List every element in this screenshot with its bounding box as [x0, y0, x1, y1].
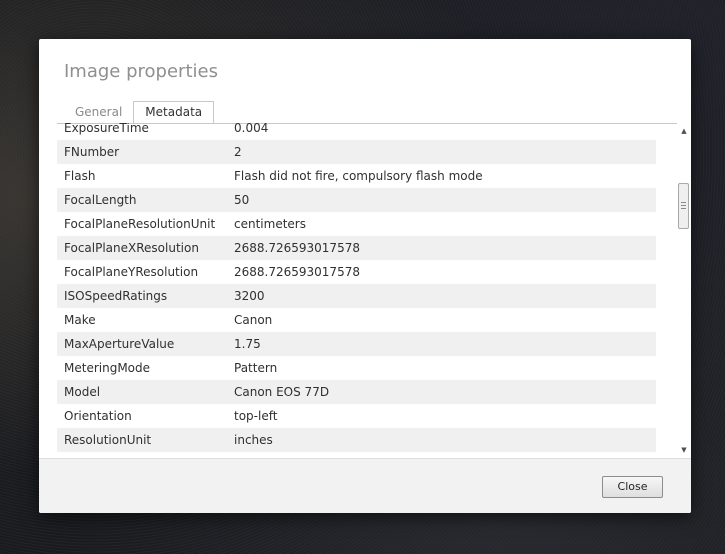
metadata-value: Pattern: [234, 361, 278, 375]
metadata-value: inches: [234, 433, 273, 447]
dialog-title: Image properties: [64, 61, 218, 82]
metadata-key: FocalPlaneYResolution: [64, 265, 199, 279]
metadata-row: FocalPlaneYResolution 2688.726593017578: [57, 260, 656, 284]
metadata-value: 1.75: [234, 337, 261, 351]
metadata-key: FocalLength: [64, 193, 137, 207]
metadata-key: Orientation: [64, 409, 132, 423]
metadata-value: top-left: [234, 409, 278, 423]
tab-metadata[interactable]: Metadata: [133, 101, 215, 124]
scroll-thumb[interactable]: [678, 183, 689, 229]
metadata-key: Model: [64, 385, 101, 399]
metadata-table: ExposureTime 0.004 FNumber 2 Flash Flash di…: [57, 123, 656, 452]
metadata-row: FocalPlaneXResolution 2688.726593017578: [57, 236, 656, 260]
metadata-key: MeteringMode: [64, 361, 151, 375]
metadata-row: MaxApertureValue 1.75: [57, 332, 656, 356]
metadata-value: 50: [234, 193, 250, 207]
metadata-key: ISOSpeedRatings: [64, 289, 168, 303]
tab-bar: General Metadata: [64, 101, 215, 124]
scroll-down-arrow-icon[interactable]: ▼: [679, 445, 689, 455]
metadata-row: MeteringMode Pattern: [57, 356, 656, 380]
metadata-key: MaxApertureValue: [64, 337, 175, 351]
thumb-grip-line: [681, 202, 686, 203]
metadata-value: 2688.726593017578: [234, 265, 360, 279]
metadata-panel[interactable]: ExposureTime 0.004 FNumber 2 Flash Flash di…: [57, 123, 691, 458]
metadata-value: Canon EOS 77D: [234, 385, 330, 399]
metadata-row: FocalPlaneResolutionUnit centimeters: [57, 212, 656, 236]
tab-general[interactable]: General: [64, 102, 133, 123]
metadata-row: ExposureTime 0.004: [57, 123, 656, 140]
metadata-row: ResolutionUnit inches: [57, 428, 656, 452]
vertical-scrollbar[interactable]: ▲ ▼: [677, 123, 691, 458]
metadata-row: Model Canon EOS 77D: [57, 380, 656, 404]
metadata-row: ISOSpeedRatings 3200: [57, 284, 656, 308]
thumb-grip-line: [681, 205, 686, 206]
metadata-value: centimeters: [234, 217, 306, 231]
close-button[interactable]: Close: [602, 476, 663, 498]
metadata-value: 2: [234, 145, 242, 159]
metadata-key: Flash: [64, 169, 96, 183]
metadata-key: ResolutionUnit: [64, 433, 152, 447]
metadata-value: 0.004: [234, 123, 269, 135]
metadata-value: Canon: [234, 313, 273, 327]
metadata-value: Flash did not fire, compulsory flash mod…: [234, 169, 483, 183]
metadata-value: 3200: [234, 289, 265, 303]
metadata-row: Flash Flash did not fire, compulsory flas…: [57, 164, 656, 188]
thumb-grip-line: [681, 208, 686, 209]
metadata-key: ExposureTime: [64, 123, 149, 135]
metadata-row: Make Canon: [57, 308, 656, 332]
metadata-row: FocalLength 50: [57, 188, 656, 212]
metadata-key: Make: [64, 313, 96, 327]
image-properties-dialog: Image properties General Metadata Exposu…: [39, 39, 691, 513]
scroll-up-arrow-icon[interactable]: ▲: [679, 126, 689, 136]
metadata-key: FocalPlaneResolutionUnit: [64, 217, 216, 231]
dialog-footer: Close: [39, 458, 691, 513]
metadata-row: Orientation top-left: [57, 404, 656, 428]
metadata-key: FocalPlaneXResolution: [64, 241, 199, 255]
metadata-row: FNumber 2: [57, 140, 656, 164]
metadata-key: FNumber: [64, 145, 120, 159]
metadata-value: 2688.726593017578: [234, 241, 360, 255]
